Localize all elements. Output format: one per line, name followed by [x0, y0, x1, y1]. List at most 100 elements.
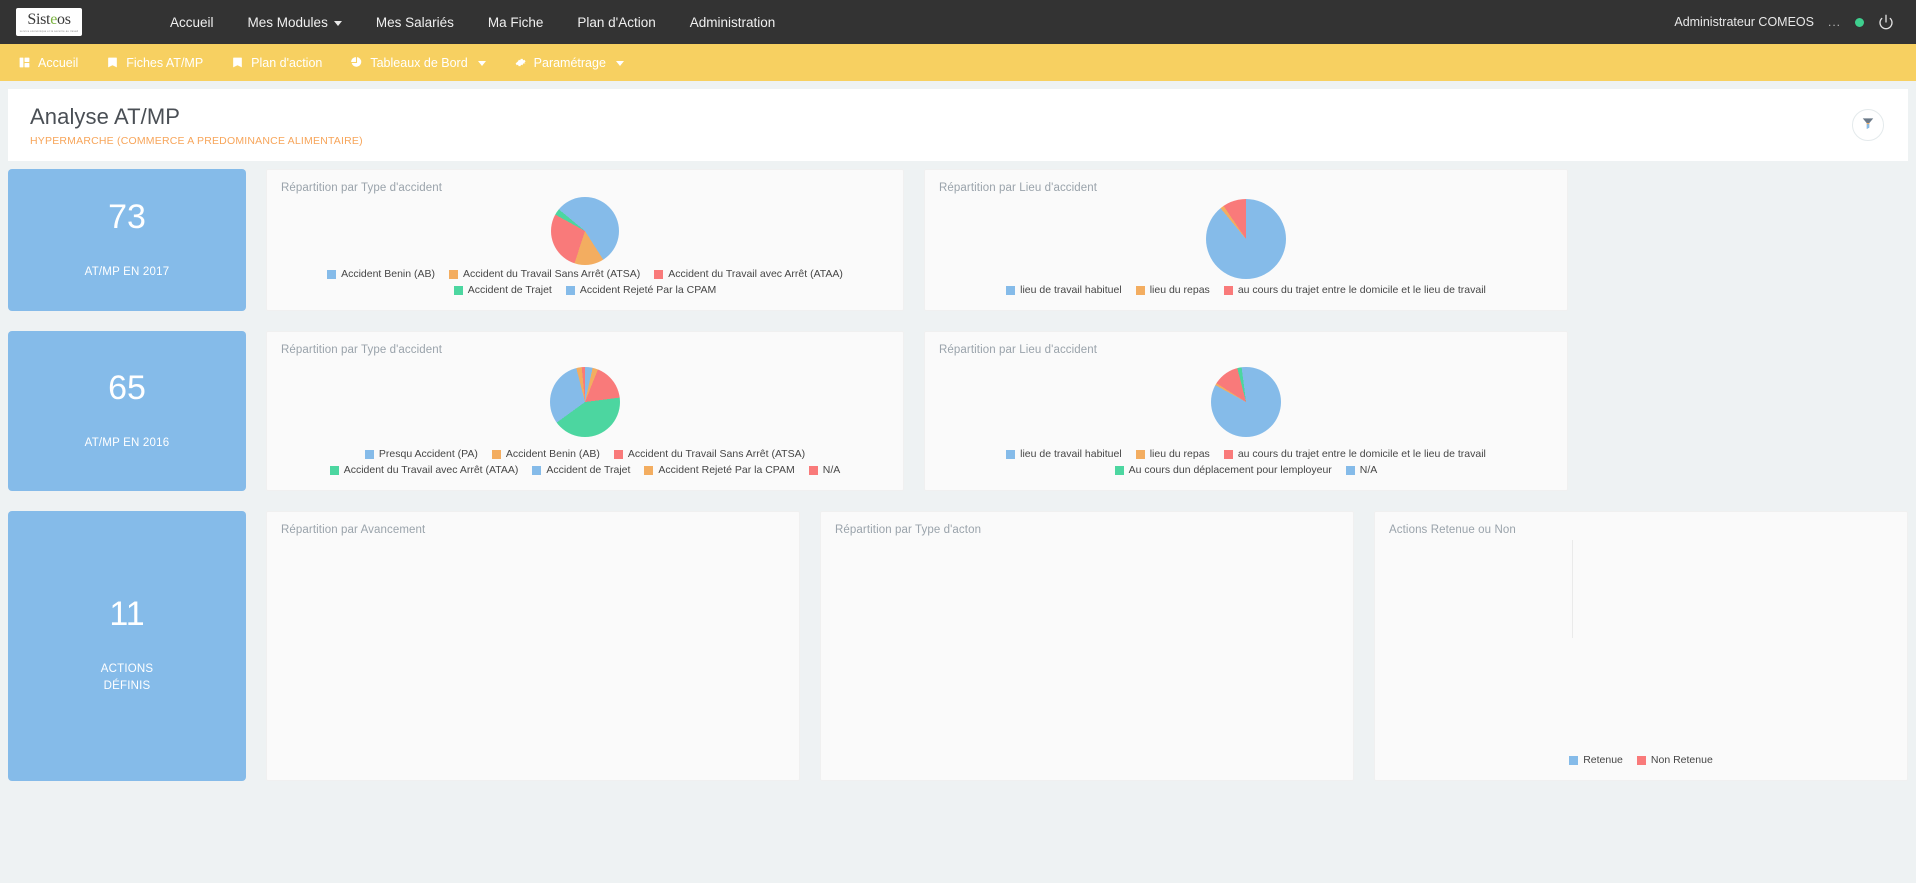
page-title: Analyse AT/MP [30, 103, 181, 129]
subnav-item-label: Accueil [38, 55, 79, 70]
legend-swatch-icon [1006, 449, 1016, 459]
legend-label: Accident Rejeté Par la CPAM [579, 284, 717, 296]
user-name-label: Administrateur COMEOS [1674, 15, 1814, 29]
legend-item[interactable]: lieu du repas [1135, 448, 1210, 460]
pie-chart-type-accident-2017[interactable] [281, 194, 889, 268]
chart-legend: lieu de travail habituel lieu du repas au … [939, 448, 1553, 478]
power-icon[interactable] [1878, 14, 1894, 30]
legend-swatch-icon [1135, 449, 1145, 459]
legend-label: Au cours dun déplacement pour lemployeur [1128, 464, 1332, 476]
nav-item-administration[interactable]: Administration [688, 11, 778, 34]
legend-swatch-icon [1114, 465, 1124, 475]
panel-title: Répartition par Type d'accident [281, 182, 443, 194]
legend-item[interactable]: Accident du Travail avec Arrêt (ATAA) [654, 268, 843, 280]
dashboard-row-actions: 11 ACTIONS DÉFINIS Répartition par Avanc… [8, 511, 1908, 781]
legend-item[interactable]: Accident de Trajet [532, 464, 630, 476]
subnav-item-label: Tableaux de Bord [370, 55, 468, 70]
legend-item[interactable]: Au cours dun déplacement pour lemployeur [1114, 464, 1332, 476]
legend-item[interactable]: Accident Benin (AB) [327, 268, 435, 280]
dashboard-row-2017: 73 AT/MP EN 2017 Répartition par Type d'… [8, 169, 1908, 311]
filter-button[interactable] [1852, 109, 1884, 141]
book-icon [106, 56, 119, 69]
legend-label: Accident de Trajet [546, 464, 631, 476]
chart-avancement[interactable] [281, 536, 785, 766]
legend-item[interactable]: Presqu Accident (PA) [364, 448, 478, 460]
kpi-label: ACTIONS DÉFINIS [101, 661, 154, 694]
legend-item[interactable]: lieu de travail habituel [1006, 448, 1122, 460]
kpi-label: AT/MP EN 2016 [84, 436, 170, 449]
legend-item[interactable]: au cours du trajet entre le domicile et … [1223, 284, 1486, 296]
chart-legend [281, 766, 785, 768]
pie-chart-type-accident-2016[interactable] [281, 356, 889, 448]
dashboard-row-2016: 65 AT/MP EN 2016 Répartition par Type d'… [8, 331, 1908, 491]
panel-avancement: Répartition par Avancement [266, 511, 800, 781]
nav-item-ma-fiche[interactable]: Ma Fiche [486, 11, 546, 34]
legend-label: Presqu Accident (PA) [378, 448, 478, 460]
legend-swatch-icon [808, 465, 818, 475]
nav-item-label: Accueil [170, 14, 214, 30]
legend-item[interactable]: Accident du Travail Sans Arrêt (ATSA) [449, 268, 640, 280]
legend-item[interactable]: Non Retenue [1636, 754, 1713, 766]
legend-item[interactable]: N/A [808, 464, 840, 476]
chart-legend [835, 766, 1339, 768]
legend-swatch-icon [1345, 465, 1355, 475]
subnav-item-accueil[interactable]: Accueil [18, 56, 78, 70]
legend-label: Accident Benin (AB) [341, 268, 436, 280]
nav-item-label: Plan d'Action [577, 14, 656, 30]
legend-item[interactable]: Accident Benin (AB) [491, 448, 600, 460]
legend-item[interactable]: Accident du Travail avec Arrêt (ATAA) [329, 464, 518, 476]
kpi-value: 11 [109, 595, 145, 634]
legend-label: Non Retenue [1650, 754, 1713, 766]
legend-label: Retenue [1583, 754, 1623, 766]
pie-chart-lieu-accident-2017[interactable] [939, 194, 1553, 284]
legend-label: Accident de Trajet [467, 284, 552, 296]
legend-label: lieu de travail habituel [1020, 284, 1122, 296]
page-subtitle: HYPERMARCHE (COMMERCE A PREDOMINANCE ALI… [30, 134, 363, 147]
legend-swatch-icon [327, 269, 337, 279]
kpi-label-line1: ACTIONS [100, 663, 154, 676]
subnav-item-tableaux-de-bord[interactable]: Tableaux de Bord [350, 55, 486, 70]
legend-swatch-icon [1223, 449, 1233, 459]
chart-legend: Presqu Accident (PA) Accident Benin (AB) A… [281, 448, 889, 478]
legend-swatch-icon [1223, 285, 1233, 295]
subnav-item-label: Fiches AT/MP [126, 55, 204, 70]
nav-item-mes-salaries[interactable]: Mes Salariés [374, 11, 456, 34]
legend-label: Accident du Travail avec Arrêt (ATAA) [668, 268, 843, 280]
kpi-card-atmp-2016[interactable]: 65 AT/MP EN 2016 [8, 331, 246, 491]
dashboard-grid: 73 AT/MP EN 2017 Répartition par Type d'… [0, 161, 1916, 781]
nav-item-accueil[interactable]: Accueil [168, 11, 216, 34]
panel-type-accident-2017: Répartition par Type d'accident Accident… [266, 169, 904, 311]
legend-item[interactable]: lieu de travail habituel [1006, 284, 1122, 296]
top-navigation-bar: Sisteos service economique et la securit… [0, 0, 1916, 44]
app-logo[interactable]: Sisteos service economique et la securit… [16, 8, 82, 36]
subnav-item-fiches-atmp[interactable]: Fiches AT/MP [106, 56, 203, 70]
chart-type-action[interactable] [835, 536, 1339, 766]
user-menu-ellipsis[interactable]: ... [1828, 15, 1841, 29]
legend-item[interactable]: lieu du repas [1135, 284, 1210, 296]
legend-item[interactable]: au cours du trajet entre le domicile et … [1223, 448, 1486, 460]
panel-title: Répartition par Avancement [281, 524, 426, 536]
legend-label: lieu de travail habituel [1020, 448, 1122, 460]
legend-label: Accident du Travail Sans Arrêt (ATSA) [463, 268, 641, 280]
legend-item[interactable]: Accident Rejeté Par la CPAM [644, 464, 795, 476]
legend-item[interactable]: Accident Rejeté Par la CPAM [565, 284, 717, 296]
legend-swatch-icon [1135, 285, 1145, 295]
kpi-card-atmp-2017[interactable]: 73 AT/MP EN 2017 [8, 169, 246, 311]
legend-item[interactable]: Accident du Travail Sans Arrêt (ATSA) [613, 448, 805, 460]
nav-item-plan-daction[interactable]: Plan d'Action [575, 11, 657, 34]
panel-lieu-accident-2017: Répartition par Lieu d'accident lieu de … [924, 169, 1568, 311]
legend-item[interactable]: N/A [1345, 464, 1377, 476]
legend-item[interactable]: Accident de Trajet [453, 284, 552, 296]
kpi-card-actions-definis[interactable]: 11 ACTIONS DÉFINIS [8, 511, 246, 781]
subnav-item-parametrage[interactable]: Paramétrage [514, 56, 624, 70]
chart-actions-retenue[interactable] [1389, 536, 1893, 754]
page-header: Analyse AT/MP HYPERMARCHE (COMMERCE A PR… [8, 89, 1908, 161]
subnav-item-plan-daction[interactable]: Plan d'action [231, 56, 322, 70]
nav-item-mes-modules[interactable]: Mes Modules [246, 11, 344, 34]
pie-chart-lieu-accident-2016[interactable] [939, 356, 1553, 448]
panel-type-accident-2016: Répartition par Type d'accident Presqu A… [266, 331, 904, 491]
nav-item-label: Mes Modules [247, 14, 328, 30]
legend-item[interactable]: Retenue [1569, 754, 1623, 766]
panel-title: Actions Retenue ou Non [1389, 524, 1516, 536]
legend-swatch-icon [491, 449, 501, 459]
